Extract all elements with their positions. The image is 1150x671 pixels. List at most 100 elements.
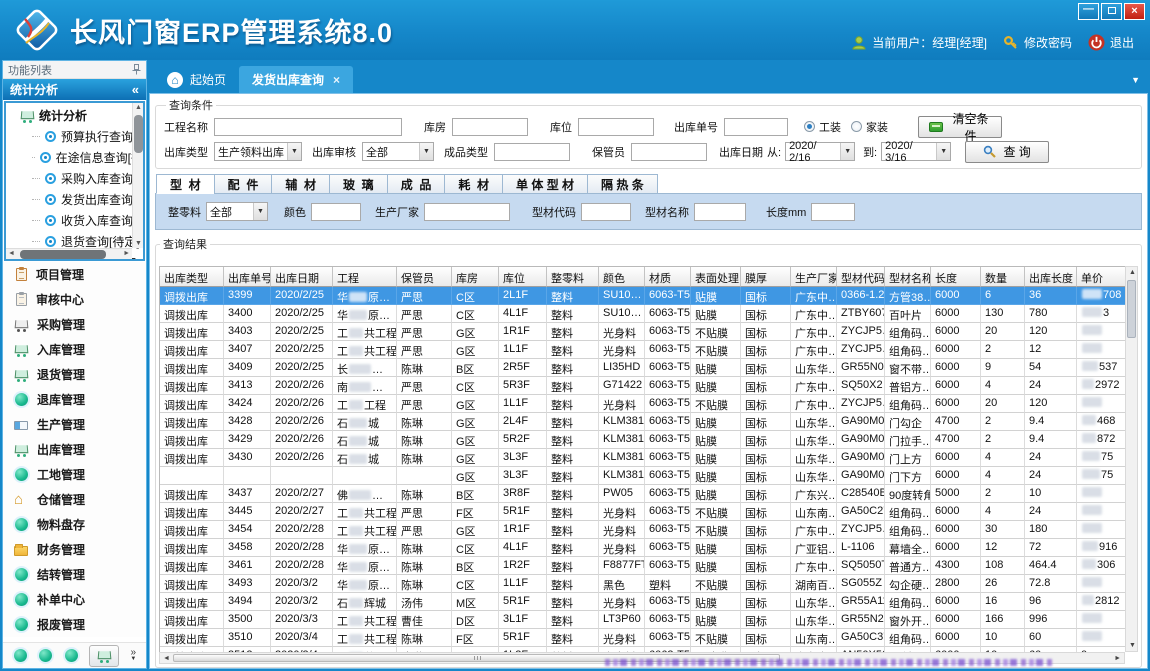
column-header[interactable]: 表面处理 — [691, 267, 741, 287]
material-tab[interactable]: 隔 热 条 — [587, 174, 658, 194]
table-row[interactable]: 调拨出库35002020/3/3工共工程曹佳D区3L1F整料LT3P606063… — [160, 611, 1125, 629]
close-icon[interactable]: × — [1124, 3, 1145, 20]
column-header[interactable]: 生产厂家 — [791, 267, 837, 287]
scroll-right-icon[interactable]: ► — [1114, 655, 1121, 662]
table-row[interactable]: 调拨出库34292020/2/26石城陈琳G区5R2F整料KLM38176063… — [160, 431, 1125, 449]
table-row[interactable]: 调拨出库33992020/2/25华原…严思C区2L1F整料SU10…6063-… — [160, 287, 1125, 305]
table-row[interactable]: 调拨出库34032020/2/25工共工程严思G区1R1F整料光身料6063-T… — [160, 323, 1125, 341]
tree-vertical-scrollbar[interactable]: ▲ ▼ — [132, 103, 143, 248]
table-row[interactable]: 调拨出库34932020/3/2华原…陈琳C区1L1F整料黑色塑料不贴膜国标湖南… — [160, 575, 1125, 593]
column-header[interactable]: 出库单号 — [224, 267, 271, 287]
profile-name-input[interactable] — [694, 203, 746, 221]
sidebar-section-生产管理[interactable]: 生产管理 — [3, 412, 146, 437]
tab-shipping-outbound-query[interactable]: 发货出库查询 × — [239, 66, 353, 93]
sidebar-section-入库管理[interactable]: 入库管理 — [3, 337, 146, 362]
sidebar-section-物料盘存[interactable]: 物料盘存 — [3, 512, 146, 537]
pin-icon[interactable] — [132, 64, 141, 75]
sidebar-section-报废管理[interactable]: 报废管理 — [3, 612, 146, 637]
location-input[interactable] — [578, 118, 654, 136]
circle-icon[interactable] — [14, 649, 27, 662]
color-input[interactable] — [311, 203, 361, 221]
scroll-down-icon[interactable]: ▼ — [135, 240, 142, 247]
scrollbar-thumb[interactable] — [134, 115, 143, 153]
column-header[interactable]: 库位 — [499, 267, 547, 287]
order-no-input[interactable] — [724, 118, 788, 136]
circle-icon[interactable] — [65, 649, 78, 662]
sidebar-section-退库管理[interactable]: 退库管理 — [3, 387, 146, 412]
product-type-input[interactable] — [494, 143, 570, 161]
table-row[interactable]: 调拨出库34612020/2/28华原…陈琳B区1R2F整料F8877FT606… — [160, 557, 1125, 575]
table-row[interactable]: 调拨出库34302020/2/26石城陈琳G区3L3F整料KLM38176063… — [160, 449, 1125, 467]
table-row[interactable]: 调拨出库34072020/2/25工共工程严思G区1L1F整料光身料6063-T… — [160, 341, 1125, 359]
search-button[interactable]: 查 询 — [965, 141, 1049, 163]
warehouse-input[interactable] — [452, 118, 528, 136]
factory-input[interactable] — [424, 203, 510, 221]
table-row[interactable]: 调拨出库35102020/3/4工共工程陈琳F区5R1F整料光身料6063-T5… — [160, 629, 1125, 647]
length-input[interactable] — [811, 203, 855, 221]
material-tab[interactable]: 单 体 型 材 — [502, 174, 587, 194]
column-header[interactable]: 工程 — [333, 267, 397, 287]
change-password-button[interactable]: 修改密码 — [1003, 34, 1072, 51]
scrollbar-thumb[interactable] — [1127, 280, 1136, 338]
sidebar-section-补单中心[interactable]: 补单中心 — [3, 587, 146, 612]
column-header[interactable]: 出库日期 — [271, 267, 333, 287]
column-header[interactable]: 出库类型 — [160, 267, 224, 287]
collapse-icon[interactable]: « — [132, 82, 139, 97]
scroll-down-icon[interactable]: ▼ — [1129, 642, 1136, 649]
table-row[interactable]: 调拨出库34002020/2/25华原…严思C区4L1F整料SU10…6063-… — [160, 305, 1125, 323]
sidebar-section-仓储管理[interactable]: ⌂仓储管理 — [3, 487, 146, 512]
scroll-up-icon[interactable]: ▲ — [135, 104, 142, 111]
circle-icon[interactable] — [39, 649, 52, 662]
minimize-icon[interactable]: — — [1078, 3, 1099, 20]
date-to-picker[interactable]: 2020/ 3/16▼ — [881, 142, 951, 161]
whole-part-select[interactable]: 全部▼ — [206, 202, 268, 221]
column-header[interactable]: 数量 — [981, 267, 1025, 287]
tab-list-dropdown-icon[interactable]: ▼ — [1131, 75, 1140, 85]
column-header[interactable]: 保管员 — [397, 267, 452, 287]
table-row[interactable]: 调拨出库34582020/2/28华原…陈琳C区4L1F整料光身料6063-T5… — [160, 539, 1125, 557]
sidebar-section-结转管理[interactable]: 结转管理 — [3, 562, 146, 587]
material-tab[interactable]: 配 件 — [214, 174, 272, 194]
scroll-right-icon[interactable]: ► — [123, 250, 130, 257]
radio-home-decor[interactable] — [851, 121, 862, 132]
table-row[interactable]: 调拨出库34282020/2/26石城陈琳G区2L4F整料KLM38176063… — [160, 413, 1125, 431]
sidebar-group-header[interactable]: 统计分析 « — [3, 79, 146, 100]
scroll-left-icon[interactable]: ◄ — [8, 250, 15, 257]
tab-close-icon[interactable]: × — [333, 73, 340, 87]
column-header[interactable]: 型材名称 — [885, 267, 931, 287]
table-row[interactable]: 调拨出库34132020/2/26南…严思C区5R3F整料G714226063-… — [160, 377, 1125, 395]
tree-item[interactable]: 收货入库查询 — [6, 210, 143, 231]
table-row[interactable]: 调拨出库34242020/2/26工工程严思G区1L1F整料光身料6063-T5… — [160, 395, 1125, 413]
date-from-picker[interactable]: 2020/ 2/16▼ — [785, 142, 855, 161]
column-header[interactable]: 单价 — [1077, 267, 1125, 287]
tab-home[interactable]: ⌂ 起始页 — [154, 66, 239, 93]
tree-item[interactable]: 采购入库查询 — [6, 168, 143, 189]
sidebar-section-财务管理[interactable]: 财务管理 — [3, 537, 146, 562]
table-row[interactable]: 调拨出库34452020/2/27工共工程严思F区5R1F整料光身料6063-T… — [160, 503, 1125, 521]
column-header[interactable]: 颜色 — [599, 267, 645, 287]
tree-horizontal-scrollbar[interactable]: ◄ ► — [6, 248, 132, 259]
table-row[interactable]: 调拨出库34372020/2/27佛…陈琳B区3R8F整料PW056063-T5… — [160, 485, 1125, 503]
out-type-select[interactable]: 生产领料出库▼ — [214, 142, 302, 161]
column-header[interactable]: 长度 — [931, 267, 981, 287]
audit-select[interactable]: 全部▼ — [362, 142, 434, 161]
project-name-input[interactable] — [214, 118, 402, 136]
tree-item[interactable]: 预算执行查询 — [6, 126, 143, 147]
profile-code-input[interactable] — [581, 203, 631, 221]
column-header[interactable]: 出库长度 — [1025, 267, 1077, 287]
material-tab[interactable]: 耗 材 — [444, 174, 502, 194]
sidebar-section-退货管理[interactable]: 退货管理 — [3, 362, 146, 387]
sidebar-section-出库管理[interactable]: 出库管理 — [3, 437, 146, 462]
logout-button[interactable]: 退出 — [1088, 34, 1134, 51]
column-header[interactable]: 膜厚 — [741, 267, 791, 287]
sidebar-section-采购管理[interactable]: 采购管理 — [3, 312, 146, 337]
scroll-left-icon[interactable]: ◄ — [163, 655, 170, 662]
column-header[interactable]: 材质 — [645, 267, 691, 287]
sidebar-section-项目管理[interactable]: 项目管理 — [3, 262, 146, 287]
clear-conditions-button[interactable]: 清空条件 — [918, 116, 1002, 138]
more-sections-button[interactable]: »▼ — [130, 649, 136, 663]
cart-shortcut-button[interactable] — [89, 645, 119, 667]
scroll-up-icon[interactable]: ▲ — [1129, 269, 1136, 276]
scrollbar-thumb[interactable] — [20, 250, 106, 259]
column-header[interactable]: 型材代码 — [837, 267, 885, 287]
